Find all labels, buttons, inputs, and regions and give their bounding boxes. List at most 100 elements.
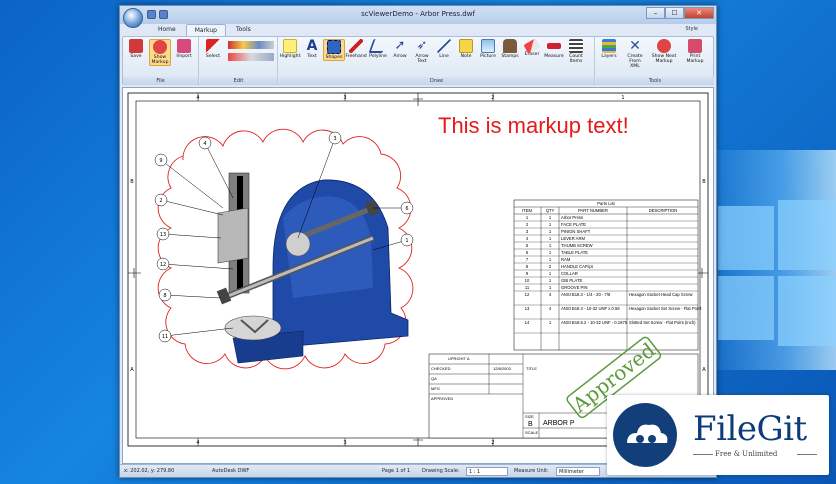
parts-cell: 10 (525, 278, 530, 283)
drawing-scale-label: Drawing Scale: (422, 468, 460, 474)
line-button[interactable]: Line (433, 39, 455, 59)
parts-cell: GIB PLATE (561, 278, 583, 283)
text-button[interactable]: A Text (301, 39, 323, 59)
tab-tools[interactable]: Tools (228, 24, 259, 36)
shapes-icon (327, 40, 341, 54)
measure-unit-select[interactable]: Millimeter (556, 467, 600, 476)
parts-cell: THUMB SCREW (561, 243, 593, 248)
tb-mfg: MFG (431, 386, 440, 391)
row-letter: A (702, 367, 706, 373)
balloon-label: 11 (162, 334, 168, 340)
status-source: AutoDesk DWF (212, 468, 250, 474)
col-number: 2 (491, 95, 494, 101)
arbor-press-drawing (216, 172, 409, 364)
tb-size-label: SIZE (525, 414, 534, 419)
status-coordinates: x: 202.02, y: 279.80 (124, 468, 175, 474)
parts-header: DESCRIPTION (649, 208, 678, 213)
markup-text-annotation[interactable]: This is markup text! (438, 113, 629, 138)
measure-unit-label: Measure Unit: (514, 468, 549, 474)
tab-home[interactable]: Home (150, 24, 184, 36)
tb-drawn: UPRIGHT A (448, 356, 470, 361)
filegit-name: FileGit (693, 409, 807, 449)
col-number: 4 (196, 95, 199, 101)
select-button[interactable]: Select (202, 39, 224, 59)
parts-list-title: Parts List (597, 201, 615, 206)
tb-qa: QA (431, 376, 437, 381)
measure-icon (547, 43, 561, 49)
parts-cell: COLLAR (561, 271, 578, 276)
arrow-text-button[interactable]: ➶ Arrow Text (411, 38, 433, 65)
row-letter: B (702, 179, 706, 185)
parts-header: PART NUMBER (578, 208, 608, 213)
ribbon-group-file: Save Show Markup Import File (123, 37, 199, 85)
show-next-markup-button[interactable]: Show Next Markup (650, 39, 678, 64)
show-next-markup-icon (657, 39, 671, 53)
stamp-icon (503, 39, 517, 53)
edit-undo-redo-icons[interactable] (228, 41, 274, 49)
import-icon (177, 39, 191, 53)
picture-icon (481, 39, 495, 53)
tb-dwg: ARBOR P (543, 420, 575, 427)
highlight-button[interactable]: Highlight (279, 39, 301, 59)
layers-icon (602, 39, 616, 53)
ribbon-tabs: Home Markup Tools (150, 24, 259, 36)
parts-header: ITEM (522, 208, 533, 213)
freehand-pen-icon (349, 39, 363, 53)
create-from-xml-button[interactable]: ✕ Create From XML (624, 39, 646, 69)
arrow-button[interactable]: ➚ Arrow (389, 39, 411, 60)
freehand-button[interactable]: Freehand (345, 39, 367, 59)
note-button[interactable]: Note (455, 39, 477, 59)
line-icon (437, 39, 451, 53)
eraser-button[interactable]: Eraser (521, 38, 543, 57)
style-dropdown[interactable]: Style (685, 26, 698, 32)
parts-cell: LEVER ARM (561, 236, 585, 241)
parts-cell: Arbor Press (561, 215, 583, 220)
create-from-xml-icon: ✕ (629, 38, 641, 54)
import-button[interactable]: Import (173, 39, 195, 59)
title-bar: scViewerDemo - Arbor Press.dwf – ☐ ✕ (120, 6, 716, 24)
parts-cell: ANSI B18.3 - 10-32 UNF x 0.56 (561, 306, 620, 311)
parts-cell: PINION SHAFT (561, 229, 591, 234)
col-number: 1 (621, 95, 624, 101)
polyline-icon (368, 39, 388, 53)
tb-approved: APPROVED (431, 396, 453, 401)
shapes-button[interactable]: Shapes (323, 39, 345, 61)
minimize-button[interactable]: – (646, 7, 665, 19)
note-icon (459, 39, 473, 53)
parts-cell: ANSI B18.6.2 - 10-32 UNF - 0.1875 (561, 320, 628, 325)
group-label-tools: Tools (596, 77, 714, 85)
tab-markup[interactable]: Markup (185, 24, 226, 36)
edit-line-style-icons[interactable] (228, 53, 274, 61)
parts-list-table: Parts List ITEM QTY PART NUMBER DESCRIPT… (513, 199, 702, 351)
row-letter: B (130, 179, 134, 185)
print-markup-button[interactable]: Print Markup (682, 39, 708, 64)
parts-cell: Hexagon Socket Head Cap Screw (629, 292, 694, 297)
count-items-button[interactable]: Count Items (565, 39, 587, 64)
tb-scale-label: SCALE (525, 430, 538, 435)
balloon-label: 6 (405, 206, 408, 212)
parts-header: QTY (546, 208, 555, 213)
ribbon-group-draw: Highlight A Text Shapes Freehand Polyline… (279, 37, 595, 85)
application-menu-button[interactable] (123, 8, 143, 28)
parts-cell: 14 (525, 320, 530, 325)
measure-button[interactable]: Measure (543, 39, 565, 59)
drawing-scale-select[interactable]: 1 : 1 (466, 467, 508, 476)
tb-title-label: TITLE (526, 366, 537, 371)
balloon-label: 8 (163, 293, 166, 299)
balloon-label: 3 (333, 136, 336, 142)
polyline-button[interactable]: Polyline (367, 39, 389, 59)
picture-button[interactable]: Picture (477, 39, 499, 59)
arrow-text-icon: ➶ (416, 38, 428, 53)
save-button[interactable]: Save (125, 39, 147, 59)
stamps-button[interactable]: Stamps (499, 39, 521, 59)
show-markup-button[interactable]: Show Markup (149, 39, 171, 66)
parts-cell: FACE PLATE (561, 222, 586, 227)
group-label-file: File (123, 77, 198, 85)
layers-button[interactable]: Layers (598, 39, 620, 59)
close-button[interactable]: ✕ (684, 7, 714, 19)
group-label-draw: Draw (279, 77, 594, 85)
ribbon-group-tools: Layers ✕ Create From XML Show Next Markup… (596, 37, 714, 85)
maximize-button[interactable]: ☐ (665, 7, 684, 19)
balloon-label: 9 (159, 158, 162, 164)
col-number: 2 (491, 440, 494, 446)
